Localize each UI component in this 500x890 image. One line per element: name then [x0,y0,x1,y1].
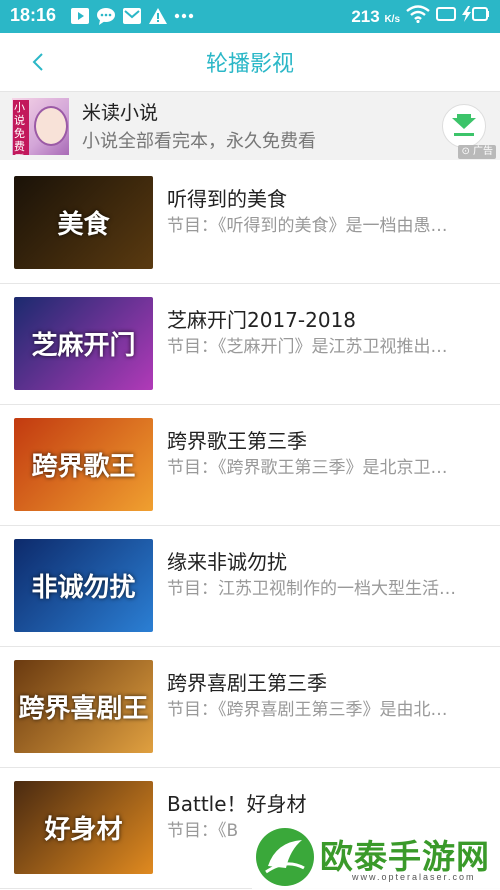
list-item[interactable]: 跨界歌王 跨界歌王第三季节目：《跨界歌王第三季》是北京卫… [0,405,500,526]
thumbnail-logo-text: 跨界喜剧王 [18,694,149,724]
status-right: 213 K/s [351,5,490,28]
program-thumbnail: 非诚勿扰 [14,539,153,632]
thumbnail-logo-text: 非诚勿扰 [31,573,136,603]
download-icon [452,114,476,136]
more-notifications-icon [174,6,194,26]
list-item[interactable]: 美食 听得到的美食节目：《听得到的美食》是一档由愚… [0,163,500,284]
thumbnail-logo-text: 美食 [57,210,110,240]
list-item[interactable]: 非诚勿扰 缘来非诚勿扰节目：江苏卫视制作的一档大型生活… [0,526,500,647]
program-description: 节目：《芝麻开门》是江苏卫视推出… [167,337,448,357]
ad-download-button[interactable] [442,104,486,148]
ad-character-image [34,106,68,146]
program-thumbnail: 跨界喜剧王 [14,660,153,753]
ad-subtitle: 小说全部看完本，永久免费看 [82,131,316,152]
ad-banner[interactable]: 小说免费看 米读小说 小说全部看完本，永久免费看 [0,92,500,160]
thumbnail-logo-text: 芝麻开门 [31,331,136,361]
ad-title: 米读小说 [82,102,159,124]
program-title: Battle！好身材 [167,792,307,816]
site-watermark: 欧泰手游网 www.opteralaser.com [252,826,500,889]
wifi-icon [406,5,430,28]
network-speed: 213 K/s [351,7,400,27]
watermark-brand: 欧泰手游网 [320,837,490,876]
status-bar: 18:16 213 K/s [0,0,500,33]
thumbnail-logo-text: 跨界歌王 [31,452,136,482]
program-list: 美食 听得到的美食节目：《听得到的美食》是一档由愚… 芝麻开门 芝麻开门2017-20… [0,163,500,889]
status-time: 18:16 [10,5,57,25]
message-notification-icon [96,6,116,26]
program-title: 听得到的美食 [167,187,287,211]
program-thumbnail: 跨界歌王 [14,418,153,511]
program-title: 缘来非诚勿扰 [167,550,287,574]
ad-badge-text: 广告 [473,146,493,157]
program-description: 节目：《跨界喜剧王第三季》是由北… [167,700,448,720]
watermark-logo-icon [256,828,314,886]
ad-app-image: 小说免费看 [12,98,69,155]
warning-notification-icon [148,6,168,26]
video-notification-icon [70,6,90,26]
program-description: 节目：《跨界歌王第三季》是北京卫… [167,458,448,478]
program-title: 芝麻开门2017-2018 [167,308,357,332]
mail-notification-icon [122,6,142,26]
screen-icon [436,6,456,27]
network-speed-value: 213 [351,6,380,26]
program-thumbnail: 美食 [14,176,153,269]
nav-bar: 轮播影视 [0,33,500,92]
page-title: 轮播影视 [205,52,294,77]
program-thumbnail: 芝麻开门 [14,297,153,390]
ad-label-badge: ⊙ 广告 [458,145,496,159]
program-description: 节目：《听得到的美食》是一档由愚… [167,216,448,236]
watermark-url: www.opteralaser.com [352,872,476,882]
thumbnail-logo-text: 好身材 [44,815,123,845]
network-speed-unit: K/s [384,13,400,25]
battery-charging-icon [462,6,490,27]
list-item[interactable]: 芝麻开门 芝麻开门2017-2018 节目：《芝麻开门》是江苏卫视推出… [0,284,500,405]
notification-icons [70,6,194,26]
program-description: 节目：江苏卫视制作的一档大型生活… [167,579,456,599]
program-title: 跨界喜剧王第三季 [167,671,327,695]
list-item[interactable]: 跨界喜剧王 跨界喜剧王第三季节目：《跨界喜剧王第三季》是由北… [0,647,500,768]
ad-image-label: 小说免费看 [13,100,29,155]
program-thumbnail: 好身材 [14,781,153,874]
program-title: 跨界歌王第三季 [167,429,307,453]
